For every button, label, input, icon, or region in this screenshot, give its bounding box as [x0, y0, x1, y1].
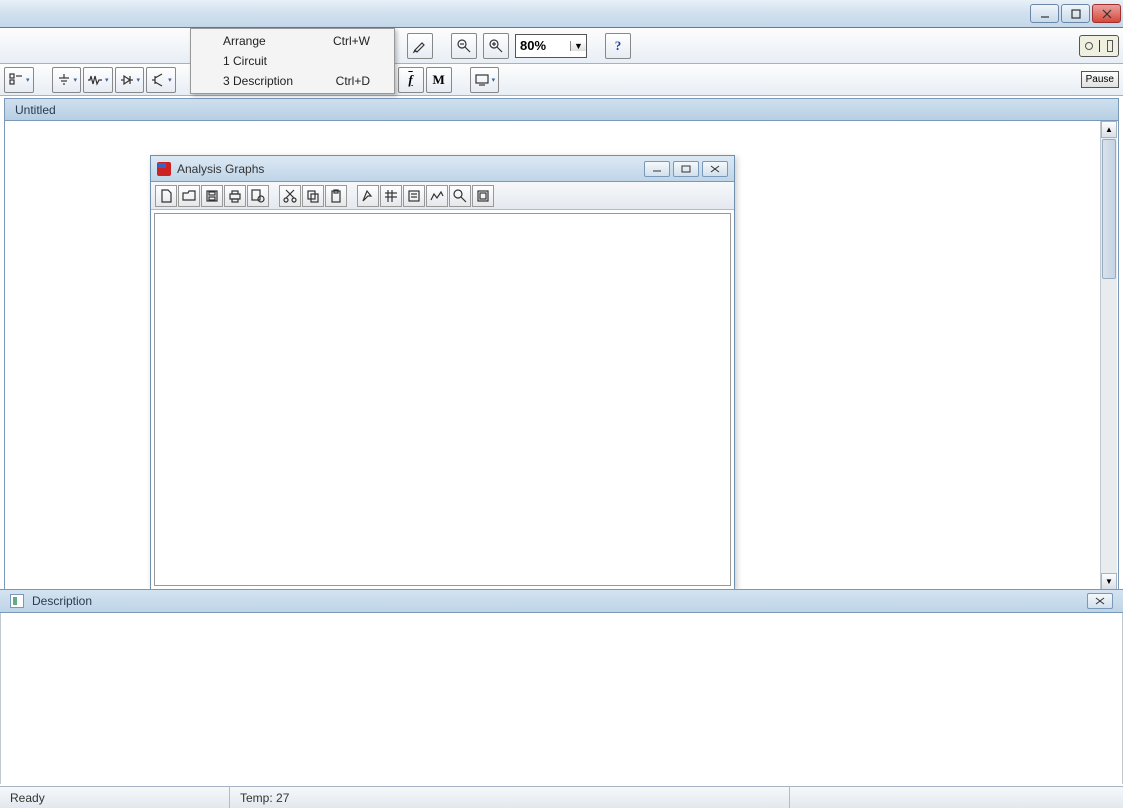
close-button[interactable]	[1092, 4, 1121, 23]
menu-circuit[interactable]: 1 Circuit	[193, 51, 392, 71]
description-close-button[interactable]	[1087, 593, 1113, 609]
circuit-vscrollbar[interactable]: ▲ ▼	[1100, 121, 1117, 590]
status-temp-label: Temp:	[240, 791, 273, 805]
analysis-minimize-button[interactable]	[644, 161, 670, 177]
print-icon[interactable]	[224, 185, 246, 207]
grid-icon[interactable]	[380, 185, 402, 207]
pause-button[interactable]: Pause	[1081, 71, 1119, 88]
status-temp: Temp: 27	[230, 787, 790, 808]
menu-item-accel: Ctrl+W	[333, 34, 370, 48]
circuit-canvas[interactable]: Analysis Graphs	[5, 121, 1118, 591]
scroll-up-icon[interactable]: ▲	[1101, 121, 1117, 138]
menu-item-label: 3 Description	[223, 74, 293, 88]
cut-icon[interactable]	[279, 185, 301, 207]
window-menu-dropdown: Arrange Ctrl+W 1 Circuit 3 Description C…	[190, 28, 395, 94]
zoom-input[interactable]	[516, 37, 570, 54]
legend-icon[interactable]	[403, 185, 425, 207]
new-icon[interactable]	[155, 185, 177, 207]
instrument-icon[interactable]: ▾	[470, 67, 500, 93]
analysis-graphs-window: Analysis Graphs	[150, 155, 735, 590]
description-panel: Description	[0, 589, 1123, 784]
edit-icon[interactable]	[407, 33, 433, 59]
mdi-client: Untitled Analysis Graphs	[4, 98, 1119, 592]
format-f-button[interactable]: f	[398, 67, 424, 93]
description-icon	[10, 594, 24, 608]
analysis-maximize-button[interactable]	[673, 161, 699, 177]
analysis-title-text: Analysis Graphs	[177, 162, 264, 176]
toolbar-row-1: ▼ ? Arrange Ctrl+W 1 Circuit 3 Descripti…	[0, 28, 1123, 64]
description-title-text: Description	[32, 594, 92, 608]
scroll-thumb[interactable]	[1102, 139, 1116, 279]
format-m-button[interactable]: M	[426, 67, 452, 93]
component-diode-icon[interactable]: ▾	[115, 67, 145, 93]
open-icon[interactable]	[178, 185, 200, 207]
mdi-title: Untitled	[5, 99, 1118, 121]
maximize-button[interactable]	[1061, 4, 1090, 23]
status-ready-text: Ready	[10, 791, 45, 805]
minimize-button[interactable]	[1030, 4, 1059, 23]
analysis-toolbar	[151, 182, 734, 210]
print-preview-icon[interactable]	[247, 185, 269, 207]
component-grid-icon[interactable]: ▾	[4, 67, 34, 93]
zoom-in-icon[interactable]	[483, 33, 509, 59]
scroll-down-icon[interactable]: ▼	[1101, 573, 1117, 590]
component-resistor-icon[interactable]: ▾	[83, 67, 113, 93]
save-icon[interactable]	[201, 185, 223, 207]
description-titlebar[interactable]: Description	[0, 589, 1123, 613]
status-ready: Ready	[0, 787, 230, 808]
status-temp-value: 27	[276, 791, 289, 805]
zoom-tool-icon[interactable]	[449, 185, 471, 207]
menu-item-accel: Ctrl+D	[336, 74, 370, 88]
menu-item-label: Arrange	[223, 34, 266, 48]
analysis-app-icon	[157, 162, 171, 176]
analysis-graph-canvas[interactable]	[154, 213, 731, 586]
analysis-titlebar[interactable]: Analysis Graphs	[151, 156, 734, 182]
restore-icon[interactable]	[472, 185, 494, 207]
titlebar	[0, 0, 1123, 28]
measure-icon[interactable]	[426, 185, 448, 207]
zoom-out-icon[interactable]	[451, 33, 477, 59]
menu-arrange[interactable]: Arrange Ctrl+W	[193, 31, 392, 51]
zoom-combo[interactable]: ▼	[515, 34, 587, 58]
copy-icon[interactable]	[302, 185, 324, 207]
power-switch[interactable]	[1079, 35, 1119, 57]
status-spacer	[790, 787, 1123, 808]
description-body[interactable]	[0, 613, 1123, 784]
zoom-dropdown-caret[interactable]: ▼	[570, 41, 586, 51]
statusbar: Ready Temp: 27	[0, 786, 1123, 808]
component-ground-icon[interactable]: ▾	[52, 67, 82, 93]
menu-item-label: 1 Circuit	[223, 54, 267, 68]
paste-icon[interactable]	[325, 185, 347, 207]
menu-description[interactable]: 3 Description Ctrl+D	[193, 71, 392, 91]
help-button[interactable]: ?	[605, 33, 631, 59]
toolbar-row-2: ▾ ▾ ▾ ▾ ▾ f M ▾ Pause	[0, 64, 1123, 96]
cursor-icon[interactable]	[357, 185, 379, 207]
mdi-title-text: Untitled	[15, 103, 56, 117]
component-transistor-icon[interactable]: ▾	[146, 67, 176, 93]
analysis-close-button[interactable]	[702, 161, 728, 177]
